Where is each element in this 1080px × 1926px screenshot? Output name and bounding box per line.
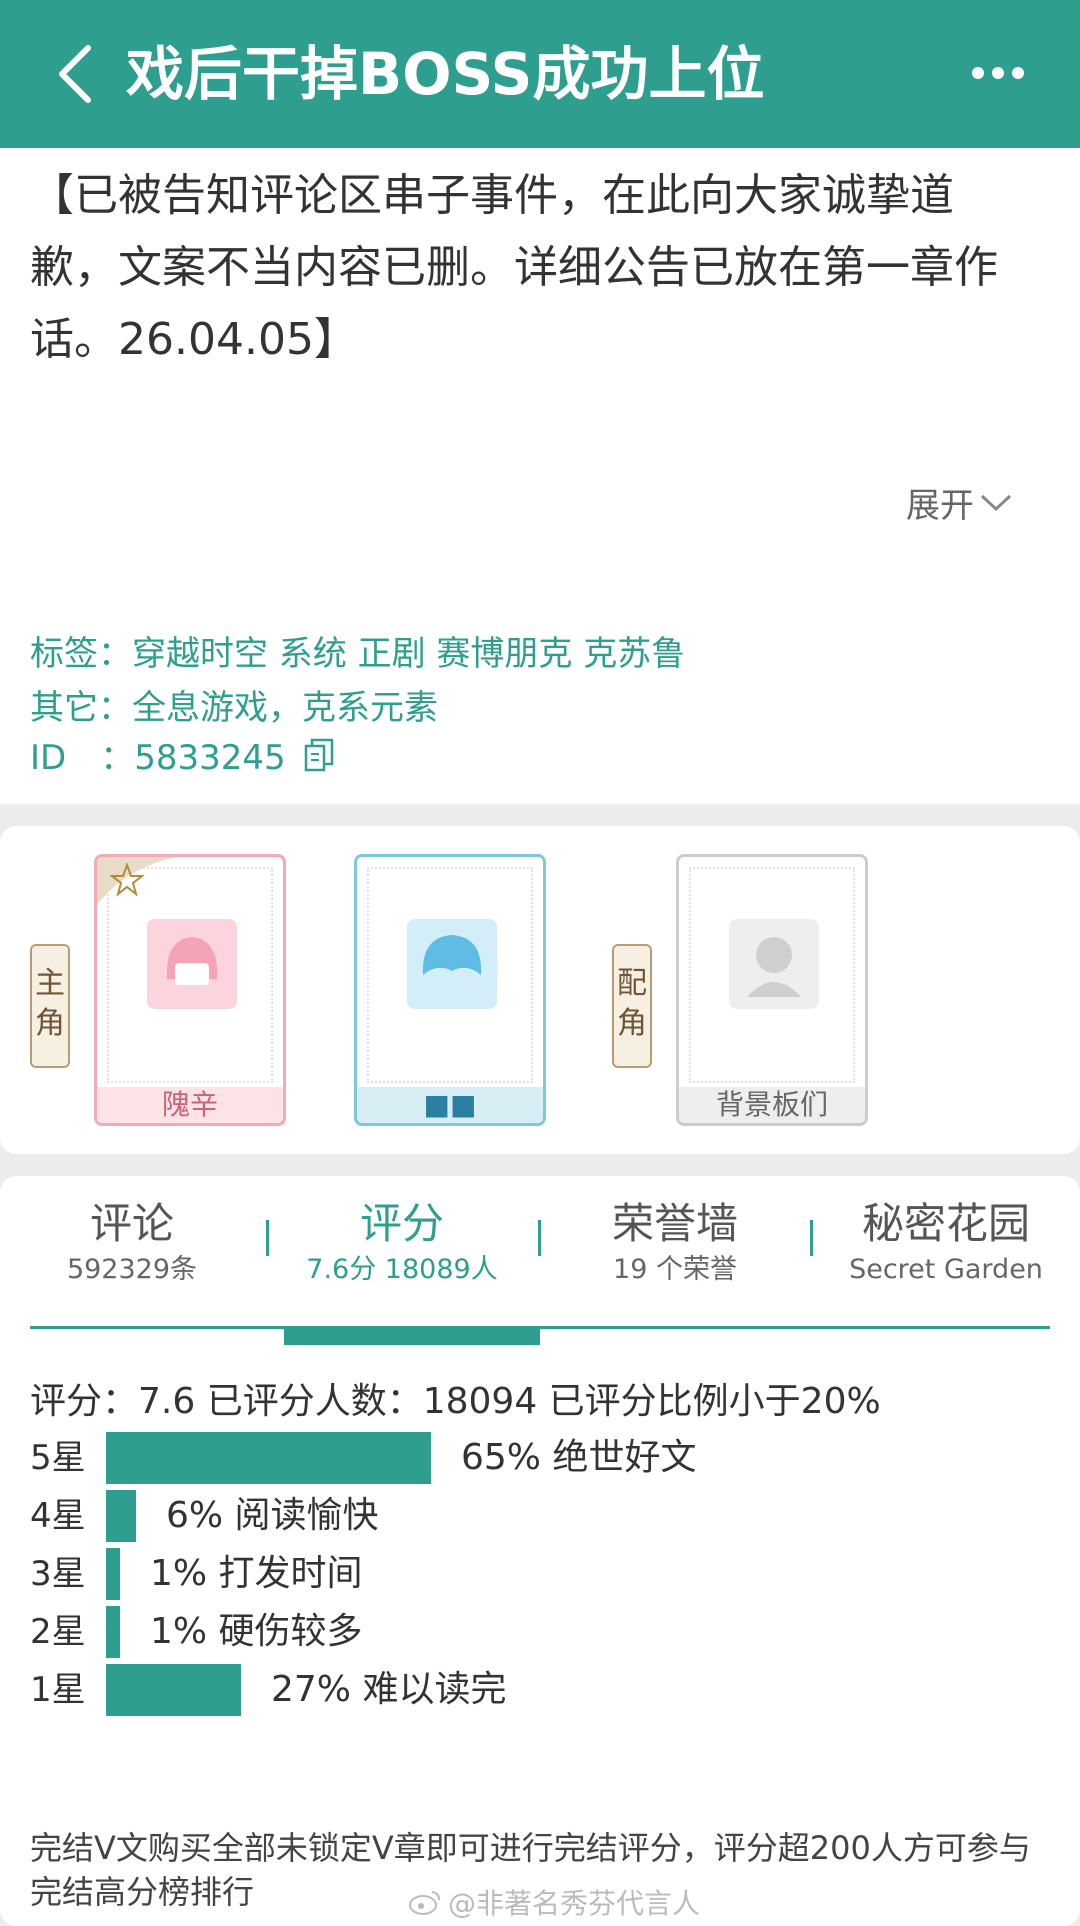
rating-text: 1% 打发时间 — [150, 1553, 363, 1594]
character-cards-section: 主角 隗辛 ■■ 配角 背景板们 — [0, 826, 1080, 1154]
tab-label: 评论 — [89, 1199, 174, 1248]
rating-text: 1% 硬伤较多 — [150, 1611, 363, 1652]
rating-bar — [106, 1490, 136, 1542]
tab-sub: 7.6分 18089人 — [306, 1254, 498, 1285]
rating-bar — [106, 1548, 120, 1600]
tags-label: 标签： — [30, 634, 132, 674]
tab-separator — [810, 1220, 813, 1256]
chevron-left-icon — [59, 45, 91, 103]
rating-text: 27% 难以读完 — [271, 1669, 507, 1710]
star-label: 5星 — [30, 1438, 86, 1478]
character-card[interactable]: 背景板们 — [676, 854, 868, 1126]
rating-row: 4星 6% 阅读愉快 — [30, 1488, 1030, 1544]
more-button[interactable] — [970, 58, 1026, 88]
tab-honor-wall[interactable]: 荣誉墙 19 个荣誉 — [565, 1196, 785, 1288]
id-label: ID ： — [30, 738, 135, 778]
tab-sub: Secret Garden — [849, 1254, 1043, 1285]
character-name: 隗辛 — [97, 1087, 283, 1123]
id-value: 5833245 — [134, 738, 286, 778]
rating-section: 评论 592329条 评分 7.6分 18089人 荣誉墙 19 个荣誉 秘密花… — [0, 1176, 1080, 1926]
tab-underline — [30, 1326, 1050, 1329]
top-app-bar: 戏后干掉BOSS成功上位 — [0, 0, 1080, 148]
rating-row: 2星 1% 硬伤较多 — [30, 1604, 1030, 1660]
novel-summary: 【已被告知评论区串子事件，在此向大家诚挚道歉，文案不当内容已删。详细公告已放在第… — [0, 148, 1080, 804]
tab-label: 评分 — [359, 1199, 444, 1248]
tab-sub: 592329条 — [66, 1254, 198, 1285]
character-card[interactable]: 隗辛 — [94, 854, 286, 1126]
rating-row: 5星 65% 绝世好文 — [30, 1430, 1030, 1486]
rating-row: 1星 27% 难以读完 — [30, 1662, 1030, 1718]
other-row: 其它：全息游戏，克系元素 — [30, 680, 1030, 729]
tags-value[interactable]: 穿越时空 系统 正剧 赛博朋克 克苏鲁 — [132, 634, 685, 674]
main-role-tag: 主角 — [30, 944, 70, 1068]
chevron-down-icon — [980, 494, 1012, 511]
star-label: 1星 — [30, 1670, 86, 1710]
expand-label: 展开 — [906, 486, 974, 526]
active-tab-indicator — [284, 1329, 540, 1345]
avatar-placeholder — [729, 919, 819, 1009]
announcement-text: 【已被告知评论区串子事件，在此向大家诚挚道歉，文案不当内容已删。详细公告已放在第… — [30, 170, 998, 365]
tab-separator — [266, 1220, 269, 1256]
tab-sub: 19 个荣誉 — [613, 1254, 737, 1285]
tab-separator — [538, 1220, 541, 1256]
star-label: 3星 — [30, 1554, 86, 1594]
tags-row: 标签：穿越时空 系统 正剧 赛博朋克 克苏鲁 — [30, 626, 1030, 675]
tab-secret-garden[interactable]: 秘密花园 Secret Garden — [836, 1196, 1056, 1288]
character-name: ■■ — [357, 1087, 543, 1123]
rating-bar — [106, 1606, 120, 1658]
avatar-pink — [147, 919, 237, 1009]
more-horizontal-icon — [972, 67, 1024, 79]
rating-summary: 评分：7.6 已评分人数：18094 已评分比例小于20% — [30, 1381, 881, 1422]
rating-text: 65% 绝世好文 — [461, 1437, 697, 1478]
star-ribbon — [97, 857, 177, 905]
rating-bar — [106, 1432, 431, 1484]
character-name: 背景板们 — [679, 1087, 865, 1123]
star-label: 4星 — [30, 1496, 86, 1536]
weibo-logo-icon — [409, 1891, 440, 1915]
rating-row: 3星 1% 打发时间 — [30, 1546, 1030, 1602]
watermark: @非著名秀芬代言人 — [408, 1882, 700, 1922]
tab-rating[interactable]: 评分 7.6分 18089人 — [292, 1196, 512, 1288]
rating-text: 6% 阅读愉快 — [166, 1495, 379, 1536]
tab-comments[interactable]: 评论 592329条 — [22, 1196, 242, 1288]
rating-bar — [106, 1664, 241, 1716]
support-role-tag: 配角 — [612, 944, 652, 1068]
tab-label: 秘密花园 — [861, 1199, 1030, 1248]
page-title: 戏后干掉BOSS成功上位 — [126, 40, 765, 108]
star-label: 2星 — [30, 1612, 86, 1652]
expand-button[interactable]: 展开 — [906, 478, 1012, 527]
tab-label: 荣誉墙 — [611, 1199, 738, 1248]
avatar-blue — [407, 919, 497, 1009]
character-card[interactable]: ■■ — [354, 854, 546, 1126]
other-label: 其它： — [30, 688, 132, 728]
id-row: ID ：5833245 — [30, 730, 1030, 781]
other-value: 全息游戏，克系元素 — [132, 688, 438, 728]
copy-icon[interactable] — [304, 738, 334, 781]
back-button[interactable] — [52, 44, 102, 104]
watermark-text: @非著名秀芬代言人 — [448, 1887, 701, 1920]
